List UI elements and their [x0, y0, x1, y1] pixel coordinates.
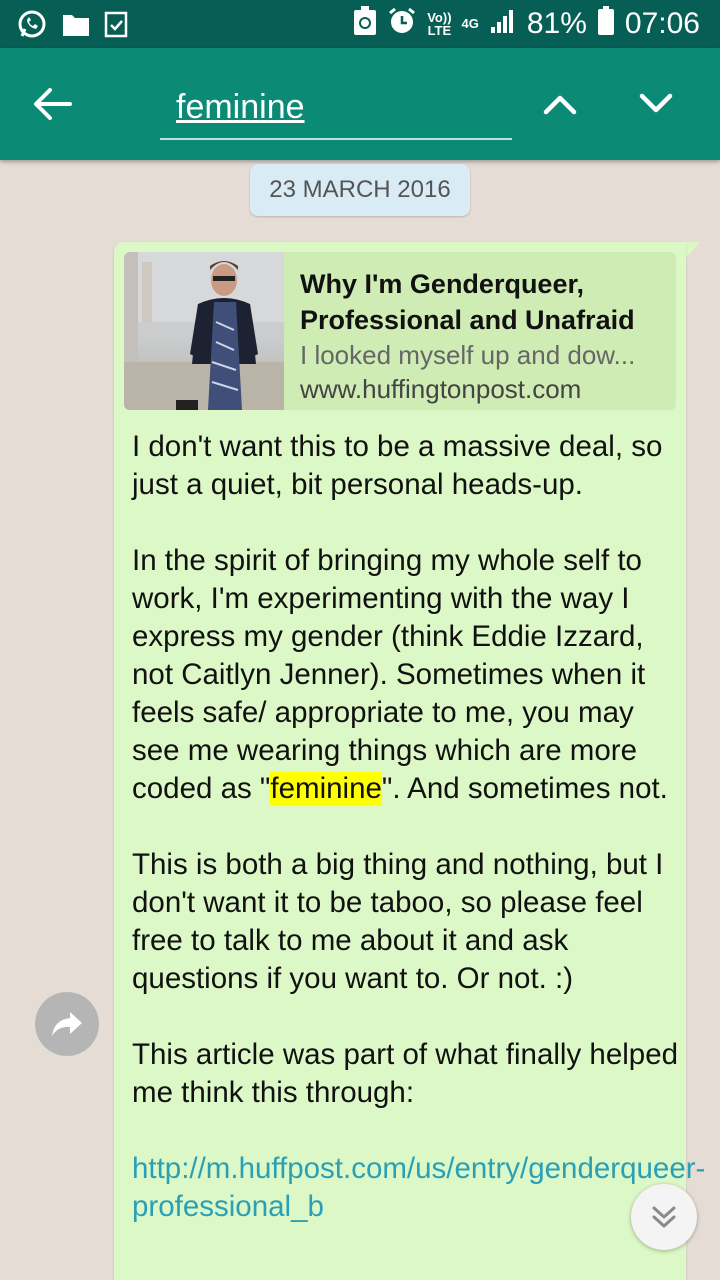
search-input[interactable] — [176, 84, 506, 130]
chevron-up-icon — [543, 95, 577, 115]
double-chevron-down-icon — [652, 1206, 676, 1228]
search-highlight: feminine — [270, 772, 382, 805]
link-preview-title: Why I'm Genderqueer, Professional and Un… — [300, 269, 635, 335]
date-divider: 23 MARCH 2016 — [250, 164, 470, 216]
message-text-segment: In the spirit of bringing my whole self … — [132, 544, 646, 805]
network-type: 4G — [461, 16, 479, 31]
recycle-icon — [353, 6, 377, 41]
signal-icon — [489, 7, 517, 40]
link-preview-description: I looked myself up and dow... — [300, 340, 636, 370]
clock: 07:06 — [624, 6, 700, 40]
folder-icon — [62, 11, 90, 42]
message-paragraph: This article was part of what finally he… — [132, 1038, 679, 1109]
message-paragraph: I don't want this to be a massive deal, … — [132, 430, 663, 501]
next-match-button[interactable] — [634, 86, 678, 122]
status-notifications — [16, 8, 128, 45]
message-text: I don't want this to be a massive deal, … — [132, 428, 705, 1226]
outgoing-message-bubble[interactable]: Why I'm Genderqueer, Professional and Un… — [114, 242, 705, 1280]
search-field[interactable] — [160, 78, 512, 140]
alarm-icon — [387, 6, 417, 41]
message-paragraph: In the spirit of bringing my whole self … — [132, 542, 680, 808]
status-bar: Vo)) LTE 4G 81% 07:06 — [0, 0, 720, 48]
clipboard-check-icon — [104, 10, 128, 43]
forward-icon — [52, 1012, 82, 1036]
volte-indicator: Vo)) LTE — [427, 11, 451, 37]
battery-icon — [597, 6, 615, 41]
message-link[interactable]: http://m.huffpost.com/us/entry/genderque… — [132, 1150, 705, 1226]
whatsapp-icon — [16, 8, 48, 45]
status-indicators: Vo)) LTE 4G 81% 07:06 — [353, 6, 700, 41]
battery-percent: 81% — [526, 6, 587, 40]
lte-label: LTE — [427, 22, 452, 38]
link-preview-domain: www.huffingtonpost.com — [300, 374, 582, 404]
scroll-to-bottom-button[interactable] — [631, 1184, 697, 1250]
bubble-tail — [686, 242, 700, 258]
back-button[interactable] — [30, 84, 74, 124]
link-preview-card[interactable]: Why I'm Genderqueer, Professional and Un… — [124, 252, 676, 410]
volte-label: Vo)) — [427, 9, 452, 25]
message-text-segment: ". And sometimes not. — [381, 772, 668, 805]
message-paragraph: This is both a big thing and nothing, bu… — [132, 848, 664, 995]
back-arrow-icon — [34, 88, 72, 120]
forward-button[interactable] — [35, 992, 99, 1056]
previous-match-button[interactable] — [538, 86, 582, 122]
search-toolbar — [0, 48, 720, 160]
link-preview-thumbnail — [124, 252, 284, 410]
chevron-down-icon — [639, 93, 673, 113]
